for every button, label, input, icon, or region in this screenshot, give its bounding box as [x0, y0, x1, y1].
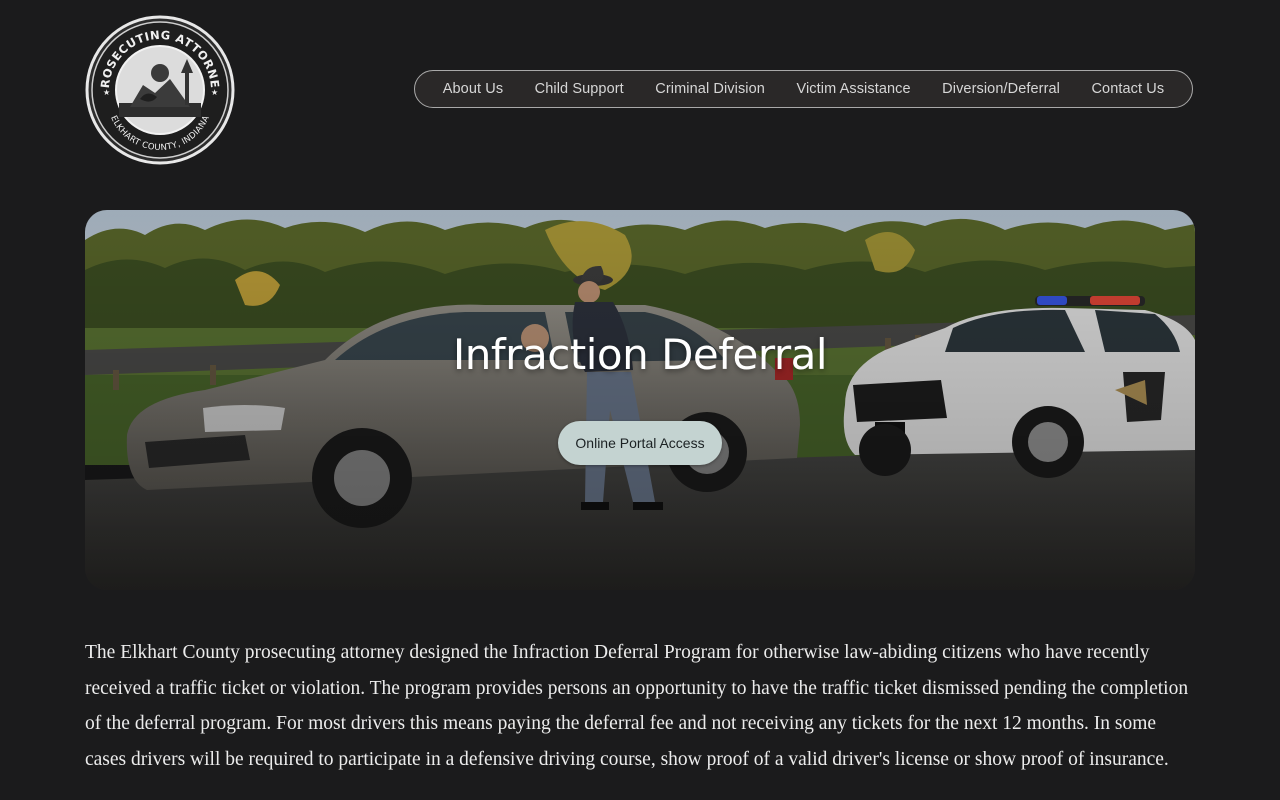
- prosecuting-attorney-seal-logo[interactable]: PROSECUTING ATTORNEY ELKHART COUNTY, IND…: [80, 4, 235, 165]
- nav-diversion-deferral[interactable]: Diversion/Deferral: [942, 81, 1060, 97]
- svg-text:★: ★: [103, 88, 110, 97]
- nav-contact-us[interactable]: Contact Us: [1091, 81, 1164, 97]
- nav-criminal-division[interactable]: Criminal Division: [655, 81, 765, 97]
- main-navigation: About Us Child Support Criminal Division…: [414, 70, 1193, 108]
- nav-about-us[interactable]: About Us: [443, 81, 503, 97]
- program-description-paragraph: The Elkhart County prosecuting attorney …: [85, 642, 1189, 770]
- nav-victim-assistance[interactable]: Victim Assistance: [796, 81, 910, 97]
- hero-banner-image: [85, 210, 1195, 590]
- hero-title: Infraction Deferral: [452, 330, 828, 379]
- online-portal-access-button[interactable]: Online Portal Access: [558, 421, 722, 465]
- svg-text:★: ★: [211, 88, 218, 97]
- nav-child-support[interactable]: Child Support: [535, 81, 624, 97]
- page: PROSECUTING ATTORNEY ELKHART COUNTY, IND…: [0, 0, 1280, 800]
